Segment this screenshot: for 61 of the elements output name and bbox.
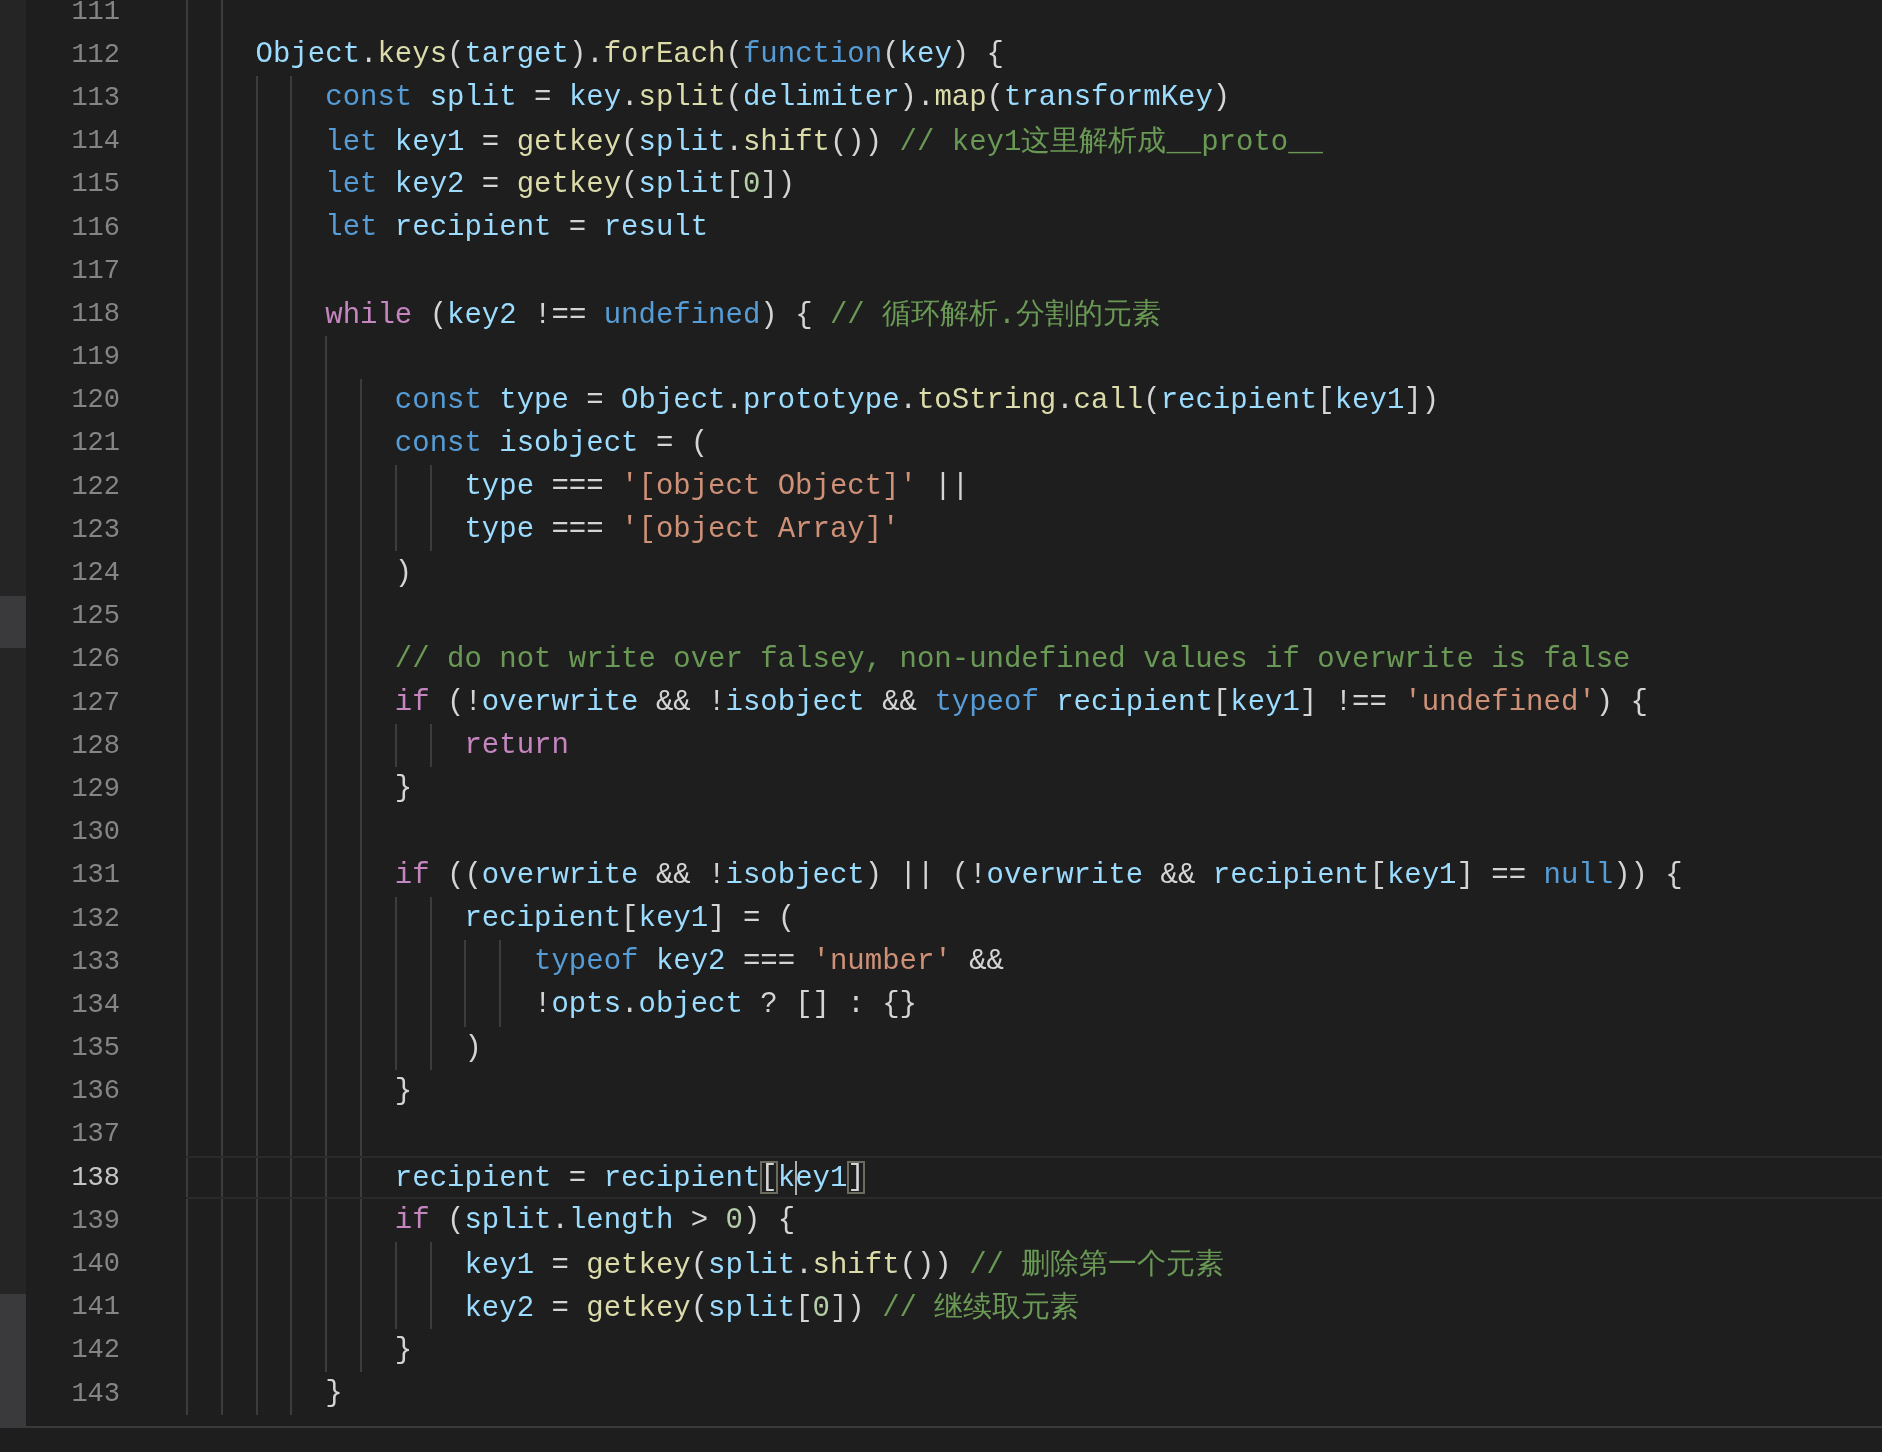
line-number: 112 [70, 39, 120, 70]
line-number: 136 [70, 1076, 120, 1107]
code-line: key1 = getkey(split.shift()) // 删除第一个元素 [463, 1248, 1225, 1285]
code-line: return [463, 729, 569, 763]
code-line: typeof key2 === 'number' && [533, 945, 1004, 979]
line-number: 139 [70, 1205, 120, 1236]
code-line: while (key2 !== undefined) { // 循环解析.分割的元素 [324, 297, 1161, 334]
code-line: } [393, 1074, 413, 1108]
line-number: 126 [70, 644, 120, 675]
code-line: type === '[object Object]' || [463, 470, 970, 504]
code-line: let key1 = getkey(split.shift()) // key1这里解析成__proto__ [324, 125, 1323, 162]
code-line: recipient = recipient[key1] [393, 1160, 865, 1195]
line-number: 133 [70, 946, 120, 977]
line-number: 141 [70, 1292, 120, 1323]
line-number: 116 [70, 212, 120, 243]
code-line: const type = Object.prototype.toString.call(recipient[key1]) [393, 383, 1440, 417]
line-number: 129 [70, 773, 120, 804]
code-line: if ((overwrite && !isobject) || (!overwrite && recipient[key1] == null)) { [393, 858, 1683, 892]
scrollbar-mark [0, 596, 26, 648]
code-line: if (!overwrite && !isobject && typeof recipient[key1] !== 'undefined') { [393, 686, 1648, 720]
code-line: recipient[key1] = ( [463, 902, 796, 936]
line-number: 142 [70, 1335, 120, 1366]
line-number: 130 [70, 817, 120, 848]
line-number: 137 [70, 1119, 120, 1150]
code-line: // do not write over falsey, non-undefined values if overwrite is false [393, 642, 1631, 676]
line-number: 120 [70, 385, 120, 416]
code-line: if (split.length > 0) { [393, 1204, 796, 1238]
line-number: 121 [70, 428, 120, 459]
line-number: 138 [70, 1162, 120, 1193]
line-number: 140 [70, 1249, 120, 1280]
code-line: const split = key.split(delimiter).map(transformKey) [324, 81, 1231, 115]
code-line: key2 = getkey(split[0]) // 继续取元素 [463, 1291, 1080, 1328]
code-line: type === '[object Array]' [463, 513, 900, 547]
line-number: 132 [70, 903, 120, 934]
line-number: 134 [70, 989, 120, 1020]
line-number: 135 [70, 1033, 120, 1064]
code-line: const isobject = ( [393, 426, 709, 460]
line-number: 124 [70, 558, 120, 589]
line-number: 125 [70, 601, 120, 632]
line-number: 122 [70, 471, 120, 502]
line-number: 117 [70, 255, 120, 286]
line-number: 119 [70, 342, 120, 373]
code-line: Object.keys(target).forEach(function(key) { [254, 38, 1004, 72]
line-number: 118 [70, 298, 120, 329]
code-line: let recipient = result [324, 211, 709, 245]
line-number: 115 [70, 169, 120, 200]
code-line: !opts.object ? [] : {} [533, 988, 917, 1022]
code-line: } [393, 1333, 413, 1367]
line-number: 113 [70, 82, 120, 113]
line-number: 111 [70, 0, 120, 27]
code-line: let key2 = getkey(split[0]) [324, 167, 796, 201]
line-number: 127 [70, 687, 120, 718]
line-number: 128 [70, 730, 120, 761]
line-number: 131 [70, 860, 120, 891]
code-line: ) [463, 1031, 482, 1065]
code-line: } [324, 1377, 343, 1411]
line-number: 123 [70, 514, 120, 545]
line-number: 114 [70, 126, 120, 157]
code-line: ) [393, 556, 413, 590]
code-line: } [393, 772, 413, 806]
line-number: 143 [70, 1378, 120, 1409]
